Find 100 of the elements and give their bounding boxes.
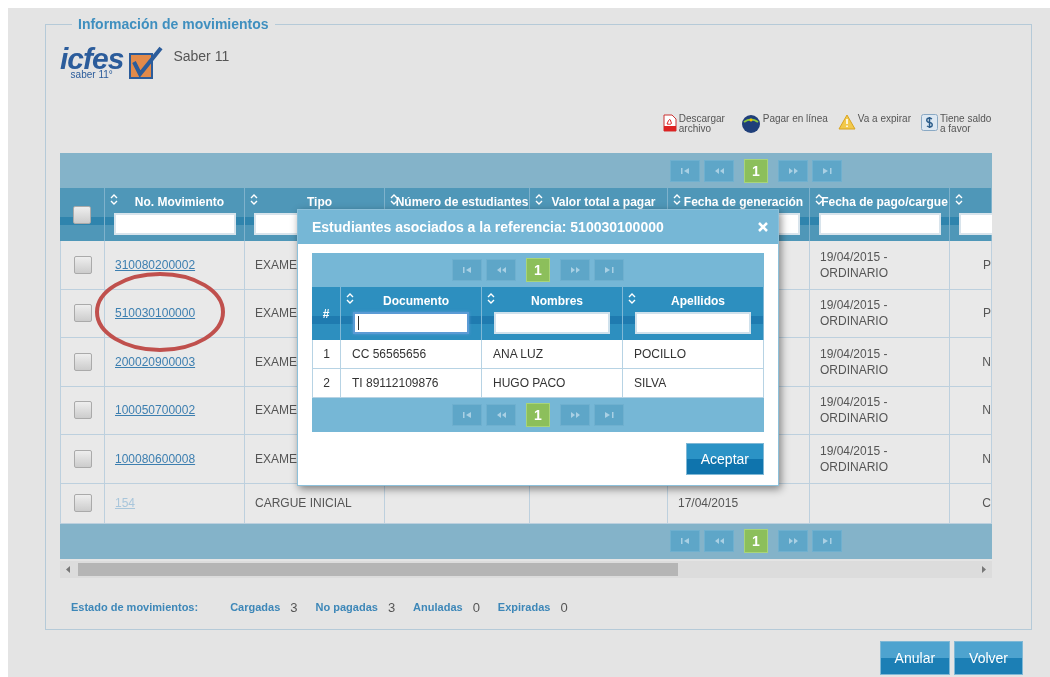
movement-link[interactable]: 200020900003	[115, 354, 196, 369]
fast-forward-icon	[569, 410, 581, 420]
first-page-button[interactable]	[452, 404, 482, 426]
current-page-button[interactable]: 1	[744, 158, 768, 183]
movement-link[interactable]: 100080600008	[115, 451, 196, 466]
sort-icon[interactable]	[815, 194, 823, 205]
status-name: Cargadas	[230, 601, 281, 613]
row-checkbox[interactable]	[73, 449, 92, 468]
prev-page-button[interactable]	[704, 159, 734, 182]
next-page-button[interactable]	[560, 404, 590, 426]
table-cell: ANA LUZ	[493, 347, 543, 361]
sort-icon[interactable]	[346, 293, 354, 304]
sort-icon[interactable]	[390, 194, 398, 205]
row-number: 1	[323, 347, 330, 361]
filter-field[interactable]	[353, 312, 469, 334]
current-page-button[interactable]: 1	[744, 529, 768, 553]
fast-forward-icon	[787, 536, 799, 546]
product-name: Saber 11	[173, 48, 230, 64]
skip-back-icon	[461, 265, 473, 275]
column-title[interactable]: Fecha de pago/cargue	[811, 195, 948, 209]
column-title[interactable]: Apellidos	[661, 294, 725, 308]
skip-forward-icon	[603, 410, 615, 420]
logo-tagline: saber 11°	[70, 70, 113, 80]
current-page-button[interactable]: 1	[526, 403, 550, 427]
status-name: Anuladas	[413, 601, 463, 613]
status-label: Estado de movimientos:	[71, 601, 199, 613]
globe-icon	[740, 114, 761, 134]
table-cell: P	[950, 241, 992, 290]
prev-page-button[interactable]	[704, 530, 734, 552]
table-cell: 19/04/2015 - ORDINARIO	[810, 289, 950, 338]
column-title[interactable]: Número de estudiantes	[385, 195, 529, 209]
prev-page-button[interactable]	[486, 404, 516, 426]
table-cell: POCILLO	[634, 347, 687, 361]
legend-label: Descargar archivo	[678, 114, 726, 134]
next-page-button[interactable]	[778, 159, 808, 182]
next-page-button[interactable]	[778, 530, 808, 552]
close-icon[interactable]	[758, 222, 768, 232]
movement-link[interactable]: 310080200002	[115, 257, 196, 272]
sort-icon[interactable]	[955, 194, 963, 205]
current-page-button[interactable]: 1	[526, 258, 550, 282]
action-button[interactable]: Volver	[954, 641, 1023, 675]
table-cell: N	[950, 386, 992, 435]
row-checkbox[interactable]	[73, 304, 92, 323]
pdf-icon	[662, 114, 677, 132]
rewind-icon	[495, 265, 507, 275]
column-title[interactable]: Tipo	[296, 195, 333, 209]
table-cell: SILVA	[634, 376, 667, 390]
row-checkbox[interactable]	[73, 401, 92, 420]
status-count: 0	[560, 599, 568, 615]
table-cell: P	[950, 289, 992, 338]
table-cell: 19/04/2015 - ORDINARIO	[810, 241, 950, 290]
last-page-button[interactable]	[812, 159, 842, 182]
sort-icon[interactable]	[487, 293, 495, 304]
table-cell: N	[950, 435, 992, 484]
movement-link[interactable]: 100050700002	[115, 403, 196, 418]
dialog-title: Estudiantes asociados a la referencia: 510030100000	[312, 219, 664, 235]
legend-label: Tiene saldo a favor	[940, 114, 993, 134]
dollar-icon	[921, 114, 938, 131]
table-cell: HUGO PACO	[493, 376, 566, 390]
action-button[interactable]: Anular	[879, 641, 951, 675]
skip-forward-icon	[821, 165, 833, 176]
sort-icon[interactable]	[628, 293, 636, 304]
column-title[interactable]: Fecha de generación	[673, 195, 804, 209]
status-name: Expiradas	[497, 601, 551, 613]
rewind-icon	[713, 536, 725, 546]
sort-icon[interactable]	[250, 194, 258, 205]
status-count: 0	[472, 599, 480, 615]
movement-link[interactable]: 510030100000	[115, 306, 196, 321]
row-checkbox[interactable]	[73, 255, 92, 274]
sort-icon[interactable]	[673, 194, 681, 205]
column-title[interactable]: Nombres	[521, 294, 583, 308]
sort-icon[interactable]	[110, 194, 118, 205]
status-count: 3	[290, 599, 298, 615]
fast-forward-icon	[787, 165, 799, 176]
column-title[interactable]: No. Movimiento	[124, 195, 225, 209]
row-checkbox[interactable]	[73, 352, 92, 371]
skip-back-icon	[679, 165, 691, 176]
legend-label: Pagar en línea	[762, 114, 828, 124]
panel-title: Información de movimientos	[77, 16, 270, 32]
last-page-button[interactable]	[594, 404, 624, 426]
last-page-button[interactable]	[594, 259, 624, 281]
skip-back-icon	[679, 536, 691, 546]
accept-button[interactable]: Aceptar	[685, 443, 764, 475]
prev-page-button[interactable]	[486, 259, 516, 281]
next-page-button[interactable]	[560, 259, 590, 281]
sort-icon[interactable]	[535, 194, 543, 205]
first-page-button[interactable]	[670, 159, 700, 182]
fast-forward-icon	[569, 265, 581, 275]
rewind-icon	[713, 165, 725, 176]
first-page-button[interactable]	[452, 259, 482, 281]
logo-wordmark: icfes	[60, 46, 124, 72]
table-cell: 19/04/2015 - ORDINARIO	[810, 338, 950, 387]
first-page-button[interactable]	[670, 530, 700, 552]
column-title[interactable]: Valor total a pagar	[541, 195, 656, 209]
select-all-checkbox[interactable]	[73, 205, 91, 224]
table-cell: C	[950, 483, 992, 524]
table-cell: 19/04/2015 - ORDINARIO	[810, 386, 950, 435]
last-page-button[interactable]	[812, 530, 842, 552]
status-count: 3	[387, 599, 396, 615]
skip-back-icon	[461, 410, 473, 420]
